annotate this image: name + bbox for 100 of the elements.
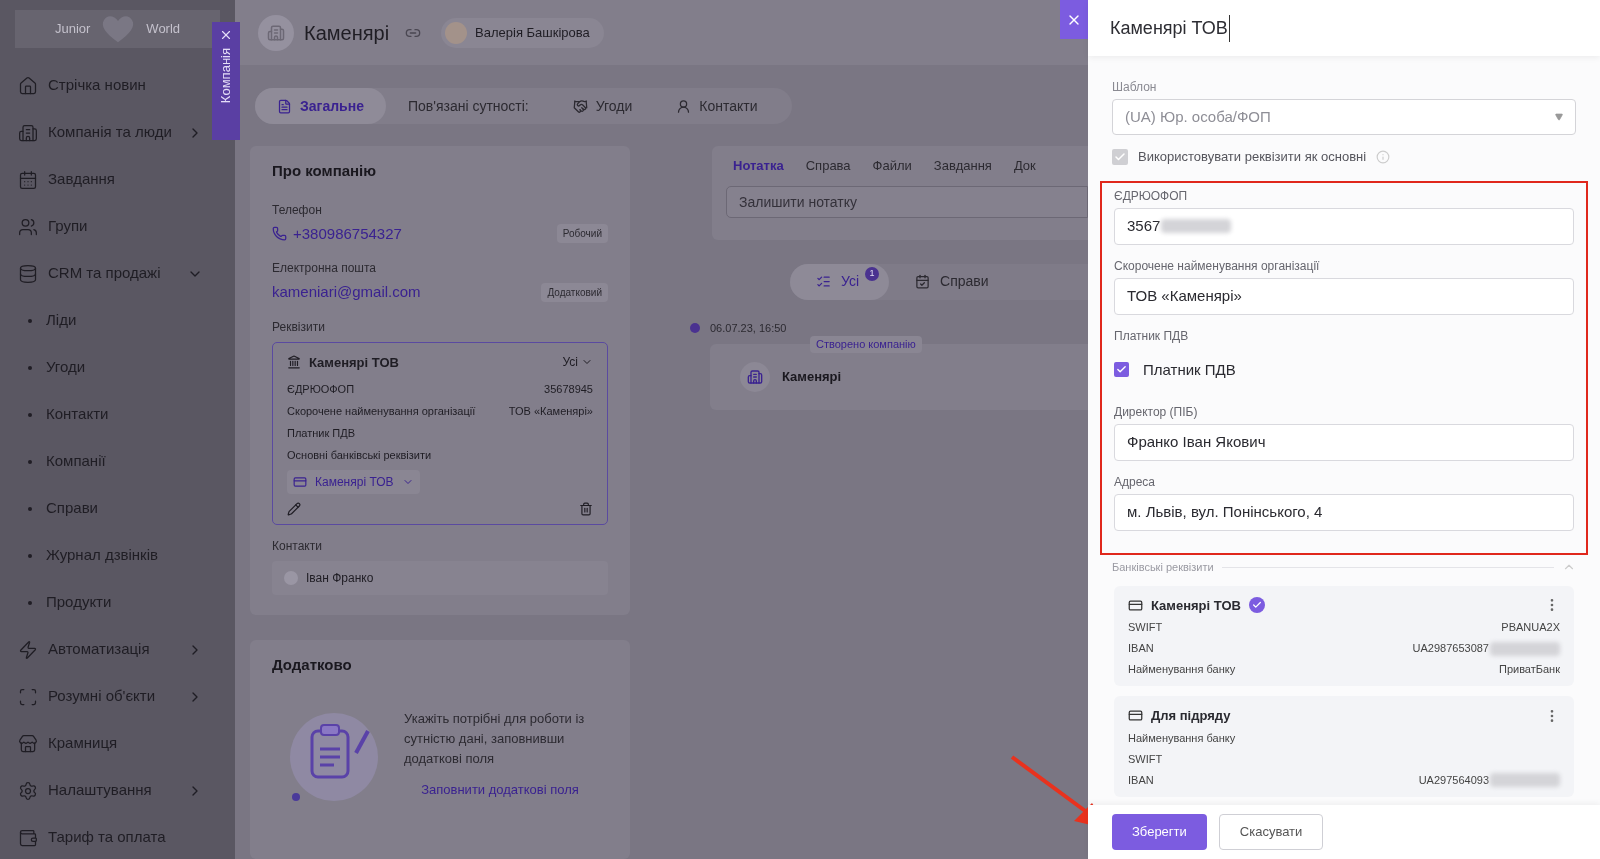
note-field[interactable]: Залишити нотатку [726,185,1088,218]
phone-icon [272,226,287,242]
phone-link[interactable]: +380986754327 [293,222,402,245]
sidebar-subitem[interactable]: Компанії [0,438,205,485]
fill-fields-link[interactable]: Заповнити додаткові поля [421,778,579,801]
store-icon [18,733,38,754]
field-label: ЄДРЮОФОП [1114,187,1189,205]
sidebar-item[interactable]: Стрічка новин [0,62,205,109]
sidebar-item[interactable]: Крамниця [0,720,205,767]
requisite-label: Основні банківські реквізити [287,447,432,463]
tab[interactable]: Загальне [255,88,386,124]
account-label: IBAN [1128,772,1154,788]
account-value: ПриватБанк [1498,662,1560,678]
logo: Junior World [15,10,220,48]
note-tab[interactable]: Завдання [933,156,992,176]
side-tab[interactable]: Компанія [212,22,240,140]
text-field[interactable]: Франко Іван Якович [1114,424,1574,461]
sidebar-item[interactable]: Автоматизація [0,626,205,673]
tab[interactable]: Угоди [550,88,655,124]
sidebar-item[interactable]: Компанія та люди [0,109,205,156]
checkbox-label: Використовувати реквізити як основні [1138,148,1367,166]
account-label: Найменування банку [1128,730,1236,746]
hint-text: Укажіть потрібні для роботи із сутністю дані, заповнивши додаткові поля [404,709,586,768]
database-icon [18,263,38,284]
note-tab[interactable]: Док [1013,156,1036,176]
close-icon[interactable] [219,28,233,42]
field-label: Контакти [272,538,323,555]
checkbox-label: Платник ПДВ [1143,359,1236,380]
template-select[interactable]: (UA) Юр. особа/ФОП [1112,99,1576,135]
sidebar-subitem[interactable]: Журнал дзвінків [0,532,205,579]
field-label: Реквізити [272,318,326,336]
timeline-title: Каменярі [782,368,842,387]
sidebar-item[interactable]: Розумні об'єкти [0,673,205,720]
save-button[interactable]: Зберегти [1112,814,1207,850]
field-label: Директор (ПІБ) [1114,404,1199,421]
checkbox[interactable] [1114,362,1129,378]
sidebar-subitem[interactable]: Угоди [0,344,205,391]
text-field[interactable]: 3567 [1114,207,1574,245]
field-label: Телефон [272,201,323,219]
building-icon [747,369,763,385]
bullet-icon [28,365,32,370]
text-field[interactable]: м. Львів, вул. Понінського, 4 [1114,494,1574,531]
edit-icon[interactable] [287,502,301,516]
bank-chip[interactable]: Каменярі ТОВ [287,470,420,494]
count-badge: 1 [865,266,880,281]
note-tab[interactable]: Нотатка [733,156,784,176]
account-label: Найменування банку [1128,662,1236,678]
close-button[interactable] [1060,0,1088,39]
avatar [445,21,468,44]
card-title: Про компанію [272,161,378,181]
bullet-icon [28,506,32,511]
requisite-label: Платник ПДВ [287,425,356,441]
account-label: IBAN [1128,641,1154,657]
sidebar-item[interactable]: Тариф та оплата [0,814,205,859]
requisite-title: Каменярі ТОВ [309,353,399,372]
page-title: Каменярі [304,20,390,46]
sidebar-subitem[interactable]: Контакти [0,391,205,438]
event-tag: Створено компанію [810,336,922,353]
email-link[interactable]: kameniari@gmail.com [272,281,421,304]
calendar-icon [18,169,38,190]
section-label: Банківські реквізити [1112,560,1214,575]
tab-icon [572,98,588,114]
note-tab[interactable]: Файли [872,156,912,176]
requisite-value: 35678945 [544,381,593,397]
panel-title: Каменярі ТОВ [1110,14,1230,42]
bullet-icon [28,459,32,464]
trash-icon[interactable] [579,502,593,516]
sidebar-item[interactable]: Завдання [0,156,205,203]
text-field[interactable]: ТОВ «Каменярі» [1114,277,1574,315]
filter-dropdown[interactable]: Усі [562,353,593,372]
card-icon [293,475,307,489]
account-value: PBANUA2X [1501,620,1560,636]
field-label: Електронна пошта [272,260,377,277]
filter-pill[interactable]: Усі 1 [790,263,890,300]
bullet-icon [28,412,32,417]
tab-icon [676,98,692,114]
side-tab-label: Компанія [217,48,235,104]
user-chip[interactable]: Валерія Башкірова [441,17,604,48]
card-title: Додатково [272,655,353,675]
requisite-label: ЄДРЮОФОП [287,381,355,397]
sidebar-item[interactable]: Налаштування [0,767,205,814]
sidebar-subitem[interactable]: Продукти [0,579,205,626]
sidebar-subitem[interactable]: Ліди [0,297,205,344]
filter-pill[interactable]: Справи [889,263,1019,300]
sidebar-item[interactable]: Групи [0,203,205,250]
field-label: Скорочене найменування організації [1114,257,1321,275]
note-tab[interactable]: Справа [805,156,851,176]
tab[interactable]: Контакти [654,88,780,124]
contact-chip[interactable]: Іван Франко [272,561,608,595]
account-name: Каменярі ТОВ [1151,596,1241,615]
card-icon [1128,597,1143,613]
sidebar-item[interactable]: CRM та продажі [0,250,205,297]
dropdown-caret-icon [1555,113,1563,121]
card-icon [1128,708,1143,724]
cancel-button[interactable]: Скасувати [1218,814,1324,850]
tabs-label: Пов'язані сутності: [406,96,530,116]
calendar-icon [915,274,931,289]
sidebar-subitem[interactable]: Справи [0,485,205,532]
bullet-icon [28,600,32,605]
settings-icon [18,780,38,801]
